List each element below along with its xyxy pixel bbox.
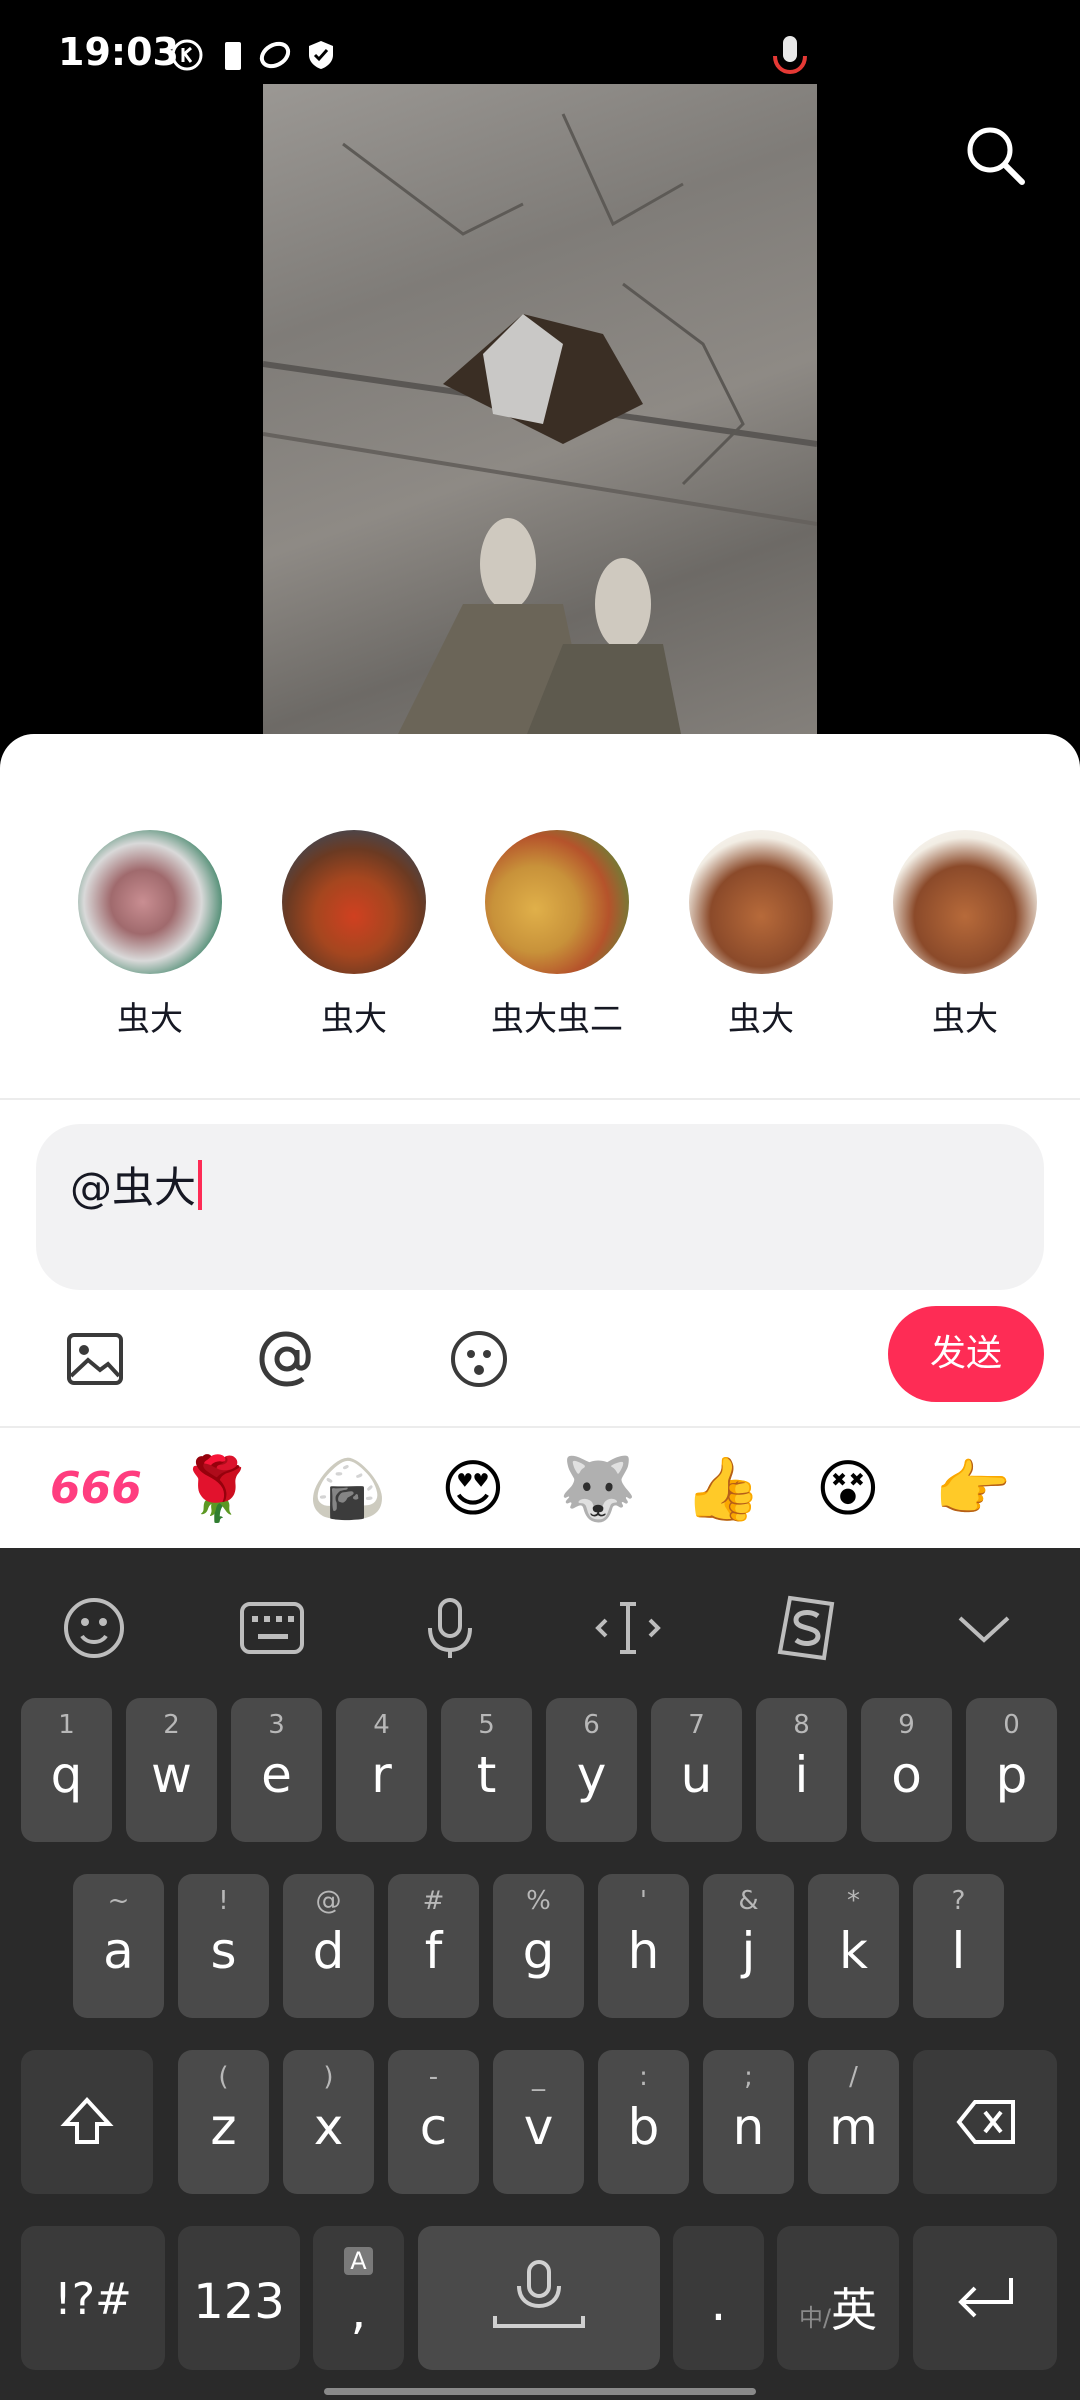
key-m[interactable]: / m (808, 2050, 899, 2194)
keyboard-layout-icon[interactable] (232, 1588, 312, 1668)
emoji-thumbs-up[interactable]: 👍 (678, 1444, 768, 1534)
shift-key[interactable] (21, 2050, 153, 2194)
emoji-666[interactable]: 666 (50, 1444, 142, 1534)
numbers-key[interactable]: 123 (178, 2226, 300, 2370)
key-z[interactable]: (z (178, 2050, 269, 2194)
emoji-dizzy[interactable]: 😵 (803, 1444, 893, 1534)
mention-item[interactable]: 虫大 (870, 830, 1060, 1040)
video-content (263, 113, 817, 744)
key-a[interactable]: ~ a (73, 1874, 164, 2018)
mention-name: 虫大虫二 (491, 999, 623, 1038)
shift-icon (60, 2097, 114, 2144)
mention-item[interactable]: 虫大 (666, 830, 856, 1040)
comma-key[interactable]: A , (313, 2226, 404, 2370)
key-u[interactable]: 7u (651, 1698, 742, 1842)
mention-item[interactable]: 虫大 (259, 830, 449, 1040)
key-s[interactable]: ! s (178, 1874, 269, 2018)
app-icon (259, 41, 291, 69)
mention-name: 虫大 (117, 999, 183, 1038)
avatar (78, 830, 222, 974)
keyboard: 1q 2w 3e 4r 5t 6y 7u 8i 9o 0p ~ a ! s @ d #… (0, 1548, 1080, 2400)
video-player[interactable] (0, 84, 1080, 744)
key-k[interactable]: * k (808, 1874, 899, 2018)
space-mic-icon (493, 2260, 585, 2328)
key-o[interactable]: 9o (861, 1698, 952, 1842)
comment-sheet: 虫大 虫大 虫大虫二 虫大 虫大 @虫大 发送 666 🌹 🍙 😍 🐺 👍 😵 … (0, 734, 1080, 1548)
key-p[interactable]: 0p (966, 1698, 1057, 1842)
battery-icon (225, 42, 241, 70)
key-x[interactable]: ) x (283, 2050, 374, 2194)
period-key[interactable]: . (673, 2226, 764, 2370)
status-bar: 19:03 (0, 0, 1080, 84)
key-d[interactable]: @ d (283, 1874, 374, 2018)
key-i[interactable]: 8i (756, 1698, 847, 1842)
mention-name: 虫大 (728, 999, 794, 1038)
avatar (893, 830, 1037, 974)
key-b[interactable]: :b (598, 2050, 689, 2194)
enter-key[interactable] (913, 2226, 1057, 2370)
shield-icon (309, 41, 333, 69)
divider (0, 1426, 1080, 1428)
divider (0, 1098, 1080, 1100)
emoji-heart-eyes[interactable]: 😍 (428, 1444, 518, 1534)
backspace-icon (956, 2100, 1015, 2144)
microphone-recording-icon (773, 36, 807, 75)
key-e[interactable]: 3e (231, 1698, 322, 1842)
avatar (689, 830, 833, 974)
keyboard-emoji-icon[interactable] (54, 1588, 134, 1668)
backspace-key[interactable] (913, 2050, 1057, 2194)
emoji-pointing-right[interactable]: 👉 (928, 1444, 1018, 1534)
mention-name: 虫大 (932, 999, 998, 1038)
key-q[interactable]: 1q (21, 1698, 112, 1842)
comment-input[interactable]: @虫大 (36, 1124, 1044, 1290)
key-j[interactable]: & j (703, 1874, 794, 2018)
emoji-icon[interactable] (444, 1324, 514, 1394)
key-h[interactable]: ' h (598, 1874, 689, 2018)
keyboard-voice-icon[interactable] (410, 1588, 490, 1668)
space-key[interactable] (418, 2226, 660, 2370)
mention-suggestions: 虫大 虫大 虫大虫二 虫大 虫大 (0, 830, 1080, 1038)
mention-at-icon[interactable] (252, 1324, 322, 1394)
lang-label: 英 (831, 2283, 878, 2337)
status-time: 19:03 (58, 30, 179, 74)
key-t[interactable]: 5t (441, 1698, 532, 1842)
comma-hint: A (344, 2247, 373, 2275)
search-icon[interactable] (960, 120, 1032, 192)
image-icon[interactable] (60, 1324, 130, 1394)
emoji-zongzi[interactable]: 🍙 (303, 1444, 393, 1534)
cursor-move-icon[interactable] (588, 1588, 668, 1668)
mention-name: 虫大 (321, 999, 387, 1038)
text-caret (198, 1160, 203, 1210)
emoji-rose[interactable]: 🌹 (172, 1444, 262, 1534)
key-g[interactable]: % g (493, 1874, 584, 2018)
emoji-husky[interactable]: 🐺 (553, 1444, 643, 1534)
key-w[interactable]: 2w (126, 1698, 217, 1842)
key-l[interactable]: ? l (913, 1874, 1004, 2018)
enter-icon (958, 2278, 1013, 2318)
chevron-down-icon[interactable] (944, 1588, 1024, 1668)
key-r[interactable]: 4r (336, 1698, 427, 1842)
send-button[interactable]: 发送 (888, 1306, 1044, 1402)
key-f[interactable]: # f (388, 1874, 479, 2018)
mention-item[interactable]: 虫大 (55, 830, 245, 1040)
avatar (282, 830, 426, 974)
key-c[interactable]: -c (388, 2050, 479, 2194)
key-y[interactable]: 6y (546, 1698, 637, 1842)
video-frame (263, 84, 817, 744)
lang-hint: 中/ (798, 2304, 832, 2332)
symbols-key[interactable]: !?# (21, 2226, 165, 2370)
avatar (485, 830, 629, 974)
language-switch-key[interactable]: 中/英 (777, 2226, 899, 2370)
key-n[interactable]: ; n (703, 2050, 794, 2194)
k-badge-icon (171, 39, 203, 71)
key-v[interactable]: _ v (493, 2050, 584, 2194)
home-indicator[interactable] (324, 2388, 756, 2395)
comment-input-text: @虫大 (70, 1163, 197, 1212)
mention-item[interactable]: 虫大虫二 (462, 830, 652, 1040)
sogou-logo-icon[interactable] (766, 1588, 846, 1668)
